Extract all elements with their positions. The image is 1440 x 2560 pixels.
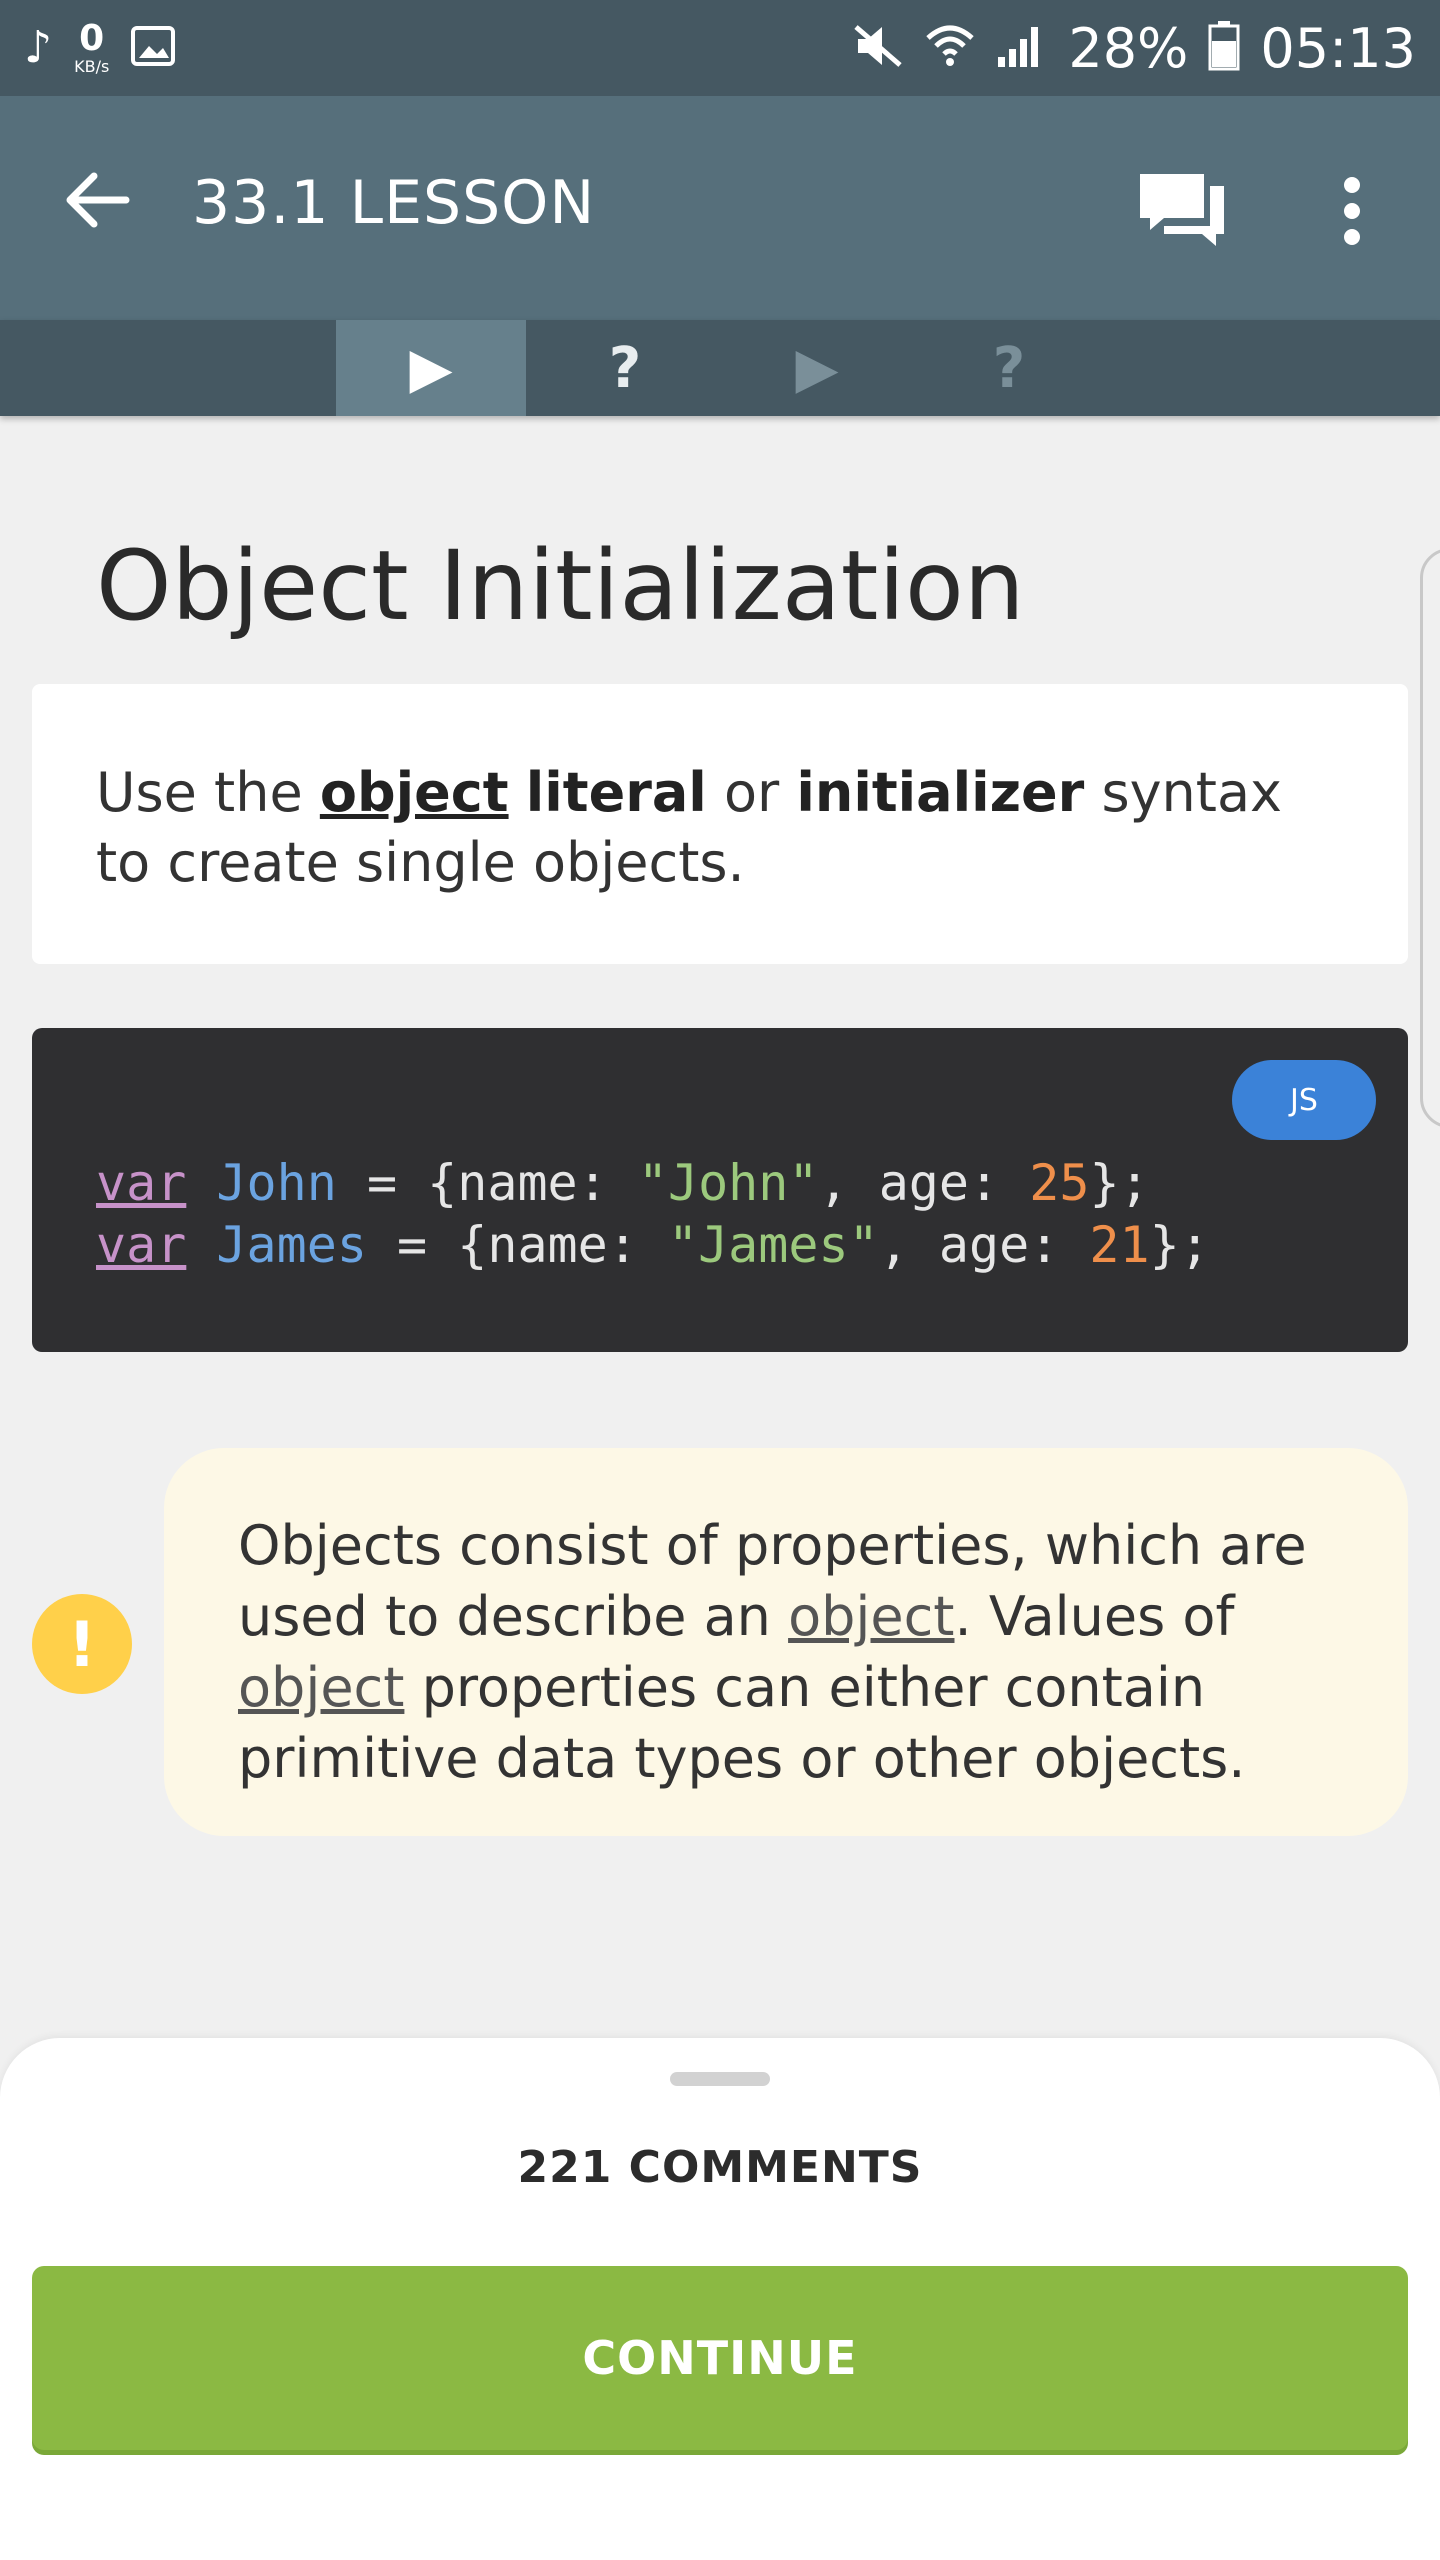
note-text: . Values of — [954, 1585, 1235, 1648]
code-text: }; — [1089, 1154, 1150, 1212]
image-icon — [131, 26, 176, 70]
exclamation-icon: ! — [32, 1594, 132, 1694]
next-card-peek — [1420, 548, 1440, 1128]
intro-link-object[interactable]: object — [320, 761, 509, 824]
network-speed: 0 KB/s — [74, 21, 109, 75]
code-identifier: John — [216, 1154, 337, 1212]
app-bar: 33.1 LESSON — [0, 96, 1440, 320]
tab-quiz-2[interactable]: ? — [914, 320, 1104, 416]
mute-icon — [852, 23, 904, 73]
code-text: , age: — [818, 1154, 1030, 1212]
wifi-icon — [924, 22, 976, 74]
more-vertical-icon — [1344, 177, 1360, 245]
code-number: 21 — [1089, 1216, 1150, 1274]
code-lines: var John = {name: "John", age: 25}; var J… — [96, 1152, 1210, 1276]
intro-text: or — [706, 761, 797, 824]
code-identifier: James — [216, 1216, 367, 1274]
code-keyword: var — [96, 1154, 187, 1212]
intro-bold-literal: literal — [525, 761, 707, 824]
bottom-sheet: 221 COMMENTS CONTINUE — [0, 2038, 1440, 2560]
drag-handle[interactable] — [670, 2072, 770, 2086]
chat-bubbles-icon — [1140, 174, 1224, 246]
code-keyword: var — [96, 1216, 187, 1274]
clock: 05:13 — [1260, 16, 1416, 80]
tab-lesson-1[interactable]: ▶ — [336, 320, 526, 416]
code-line: var John = {name: "John", age: 25}; — [96, 1152, 1210, 1214]
status-bar: ♪ 0 KB/s 28% 05:13 — [0, 0, 1440, 96]
tab-quiz-1[interactable]: ? — [530, 320, 720, 416]
tab-lesson-2[interactable]: ▶ — [722, 320, 912, 416]
code-text: = {name: — [336, 1154, 638, 1212]
lesson-title: Object Initialization — [96, 530, 1025, 642]
comments-button[interactable] — [1132, 166, 1232, 256]
intro-bold-initializer: initializer — [796, 761, 1085, 824]
intro-card: Use the object literal or initializer sy… — [32, 684, 1408, 964]
note-link-object[interactable]: object — [788, 1585, 954, 1648]
code-block: JS var John = {name: "John", age: 25}; va… — [32, 1028, 1408, 1352]
continue-button[interactable]: CONTINUE — [32, 2266, 1408, 2450]
comments-link[interactable]: 221 COMMENTS — [0, 2142, 1440, 2193]
more-options-button[interactable] — [1320, 166, 1384, 256]
battery-percent: 28% — [1068, 16, 1189, 80]
lesson-tabs: ▶ ? ▶ ? — [0, 320, 1440, 416]
signal-icon — [996, 23, 1048, 73]
code-line: var James = {name: "James", age: 21}; — [96, 1214, 1210, 1276]
code-text: }; — [1149, 1216, 1210, 1274]
note-link-object[interactable]: object — [238, 1656, 404, 1719]
code-text: , age: — [878, 1216, 1090, 1274]
code-string: "John" — [637, 1154, 819, 1212]
music-note-icon: ♪ — [24, 22, 53, 73]
note-card: Objects consist of properties, which are… — [164, 1448, 1408, 1836]
code-string: "James" — [667, 1216, 879, 1274]
code-text: = {name: — [366, 1216, 668, 1274]
arrow-left-icon — [66, 172, 130, 228]
network-speed-value: 0 — [79, 18, 105, 59]
back-button[interactable] — [56, 160, 136, 240]
code-number: 25 — [1029, 1154, 1090, 1212]
intro-text: Use the — [96, 761, 320, 824]
battery-icon — [1208, 21, 1240, 75]
intro-text — [509, 761, 526, 824]
page-title: 33.1 LESSON — [192, 168, 596, 238]
network-speed-unit: KB/s — [74, 57, 110, 76]
try-it-button[interactable]: JS — [1232, 1060, 1376, 1140]
